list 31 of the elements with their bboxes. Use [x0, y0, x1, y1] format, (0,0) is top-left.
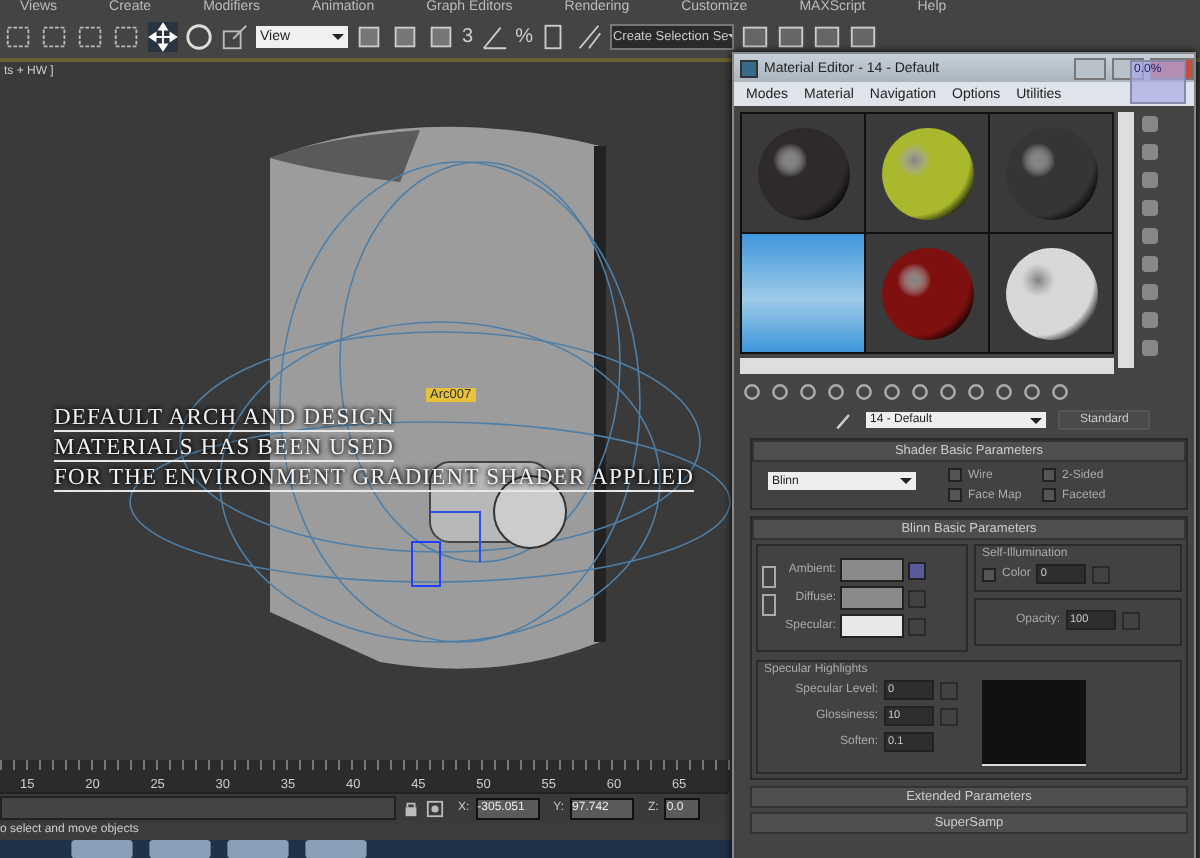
horizontal-scrollbar[interactable] [740, 358, 1114, 374]
minimize-button[interactable] [1074, 57, 1106, 79]
checkbox[interactable] [948, 488, 962, 502]
snap-toggle[interactable]: 3 [462, 26, 474, 48]
highlight-curve-preview [982, 680, 1086, 766]
eyedropper-icon[interactable] [834, 410, 854, 430]
lock-map-button[interactable] [908, 561, 926, 579]
app-icon [740, 59, 758, 77]
taskbar-app-icon[interactable] [68, 840, 136, 858]
transform-mode-icon[interactable] [426, 799, 444, 817]
select-icon[interactable] [4, 22, 34, 52]
color-swatch[interactable] [840, 558, 904, 582]
region-select-icon[interactable] [76, 22, 106, 52]
lock-button[interactable] [762, 566, 776, 588]
vertical-scrollbar[interactable] [1118, 112, 1134, 368]
taskbar-app-icon[interactable] [146, 840, 214, 858]
checkbox[interactable] [1042, 468, 1056, 482]
move-icon[interactable] [148, 22, 178, 52]
lock-button[interactable] [762, 594, 776, 616]
scale-icon[interactable] [220, 22, 250, 52]
taskbar-app-icon[interactable] [224, 840, 292, 858]
checkbox[interactable] [948, 468, 962, 482]
lock-icon[interactable] [402, 799, 420, 817]
checkbox[interactable] [1042, 488, 1056, 502]
color-swatch[interactable] [840, 614, 904, 638]
angle-snap-icon[interactable] [479, 22, 510, 52]
taskbar-app-icon[interactable] [302, 840, 370, 858]
color-swatch[interactable] [840, 586, 904, 610]
rotate-icon[interactable] [184, 22, 214, 52]
percent-snap-toggle[interactable]: % [515, 26, 533, 48]
checkbox[interactable] [982, 567, 996, 581]
